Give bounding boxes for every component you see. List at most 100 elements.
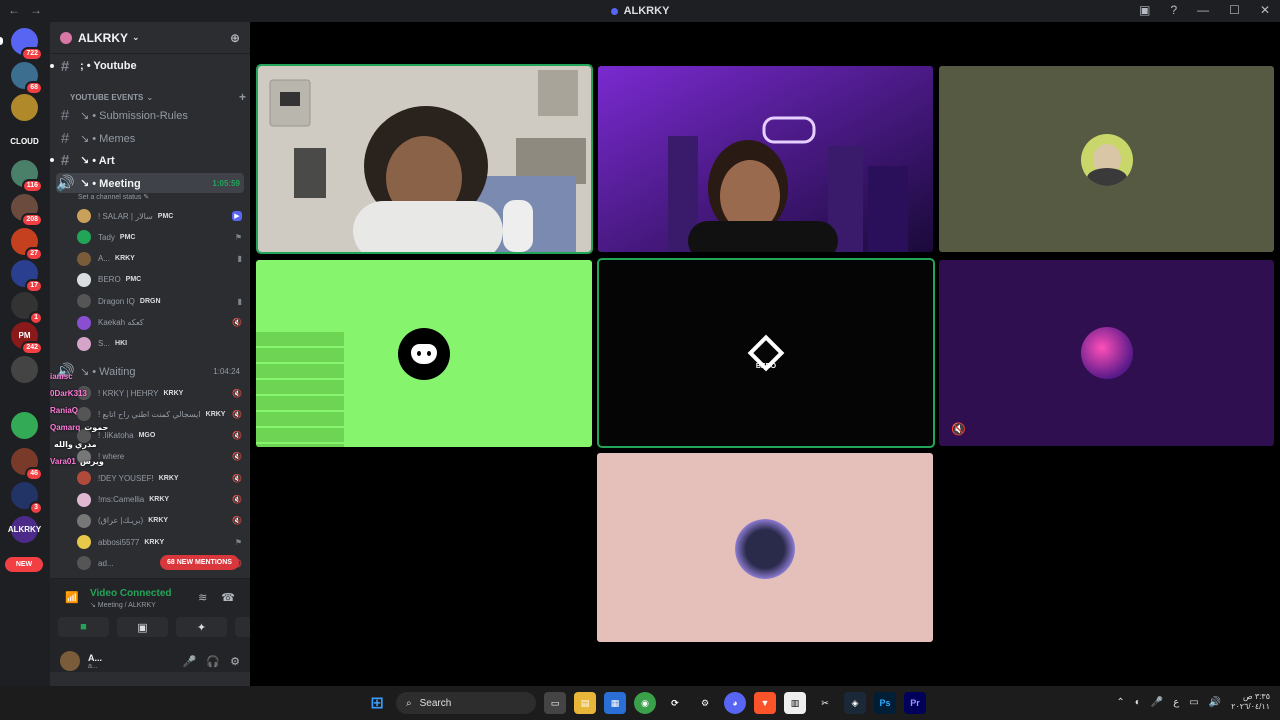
voice-user-name: ! SALAR | سالار [98, 211, 153, 221]
server-icon[interactable] [11, 94, 38, 121]
category-youtube-events[interactable]: YOUTUBE EVENTS ⌄ + [60, 90, 246, 104]
capcut-icon[interactable]: ✂ [814, 692, 836, 714]
photoshop-icon[interactable]: Ps [874, 692, 896, 714]
camera-button[interactable]: ■ [58, 617, 109, 637]
voice-user[interactable]: Dragon IQ DRGN ▮ [77, 291, 245, 311]
voice-user[interactable]: !DEY YOUSEF! KRKY 🔇 [77, 468, 245, 488]
settings-gear-icon[interactable]: ⚙ [230, 655, 240, 668]
help-icon[interactable]: ? [1170, 3, 1177, 17]
search-box[interactable]: ⌕ Search [396, 692, 536, 714]
webcam-feed [598, 66, 933, 252]
server-icon[interactable] [11, 356, 38, 383]
avatar [77, 272, 91, 287]
chrome-icon[interactable]: ◉ [634, 692, 656, 714]
channel-youtube[interactable]: # ; • Youtube [50, 56, 244, 76]
inbox-icon[interactable]: ▣ [1139, 3, 1150, 17]
plus-icon[interactable]: + [239, 90, 246, 104]
chevron-up-icon[interactable]: ⌃ [1116, 697, 1124, 708]
tray-app-icon[interactable]: ◐ [1135, 697, 1141, 708]
video-tile-salar[interactable] [256, 64, 593, 254]
task-view-icon[interactable]: ▭ [544, 692, 566, 714]
voice-user[interactable]: abbosi5577 KRKY ⚑ [77, 532, 245, 552]
headphones-icon[interactable]: 🎧 [206, 655, 220, 668]
file-explorer-icon[interactable]: ▤ [574, 692, 596, 714]
voice-status-channel[interactable]: ↘ Meeting / ALKRKY [90, 601, 156, 609]
channel-art[interactable]: # ↘ • Art [50, 150, 244, 170]
channel-submission-rules[interactable]: # ↘ • Submission-Rules [56, 105, 244, 125]
invite-icon[interactable]: ⊕ [230, 31, 240, 45]
microphone-icon[interactable]: 🎤 [1151, 697, 1163, 708]
video-tile-green[interactable] [256, 260, 592, 447]
voice-user[interactable]: !ms:Camellia KRKY 🔇 [77, 490, 245, 510]
channel-meeting[interactable]: 🔊 ↘ • Meeting 1:05:59 [56, 173, 244, 193]
signal-icon[interactable]: 📶 [65, 591, 79, 604]
server-icon[interactable]: 722 [0, 28, 43, 61]
maximize-button[interactable]: ☐ [1229, 3, 1240, 17]
server-icon[interactable]: 27 [11, 228, 43, 261]
server-tag: KRKY [115, 255, 135, 263]
screen-share-button[interactable]: ▣ [117, 617, 168, 637]
voice-user[interactable]: BERO PMC [77, 270, 245, 290]
server-tag: HKI [115, 340, 128, 348]
new-servers-pill[interactable]: NEW [5, 557, 43, 572]
avatar[interactable] [60, 651, 80, 671]
brave-icon[interactable]: ▼ [754, 692, 776, 714]
new-mentions-button[interactable]: 68 NEW MENTIONS [160, 555, 239, 570]
app-icon[interactable]: ⟳ [664, 692, 686, 714]
server-icon[interactable]: 116 [11, 160, 43, 193]
chat-message: 0DarK313 [50, 385, 250, 402]
channel-memes[interactable]: # ↘ • Memes [56, 128, 244, 148]
store-icon[interactable]: ▦ [604, 692, 626, 714]
voice-status-title[interactable]: Video Connected [90, 588, 172, 599]
voice-user[interactable]: Tady PMC ⚑ [77, 227, 245, 247]
server-icon[interactable]: 68 [11, 62, 43, 95]
discord-taskbar-icon[interactable]: ◕ [724, 692, 746, 714]
soundboard-button[interactable]: ♪ [235, 617, 250, 637]
chat-author: Qamarq [50, 423, 81, 432]
server-icon[interactable]: 1 [11, 292, 43, 325]
video-tile-a[interactable] [939, 66, 1274, 252]
close-button[interactable]: ✕ [1260, 3, 1270, 17]
steam-icon[interactable]: ⚙ [694, 692, 716, 714]
clock[interactable]: ٣:٣٥ ص ٢٠٢٦/٠٤/١١ [1231, 692, 1270, 712]
network-icon[interactable]: ▭ [1189, 697, 1198, 708]
server-icon[interactable]: 208 [11, 194, 43, 227]
channel-status[interactable]: Set a channel status ✎ [78, 193, 149, 201]
user-controls: 🎤 🎧 ⚙ [183, 655, 240, 668]
server-icon[interactable]: 46 [11, 448, 43, 481]
server-icon[interactable]: CLOUD [10, 128, 38, 155]
server-tag: KRKY [158, 474, 179, 482]
avatar [1081, 327, 1133, 379]
voice-user-name: ad... [98, 558, 114, 568]
server-icon[interactable]: ALKRKY [8, 516, 41, 543]
steam-client-icon[interactable]: ◈ [844, 692, 866, 714]
notepad-icon[interactable]: ▥ [784, 692, 806, 714]
volume-icon[interactable]: 🔊 [1209, 697, 1221, 708]
server-icon[interactable]: 17 [11, 260, 43, 293]
disconnect-icon[interactable]: ☎ [221, 591, 235, 604]
voice-user[interactable]: A... KRKY ▮ [77, 249, 245, 269]
voice-user[interactable]: Kaekah كعكه 🔇 [77, 313, 245, 333]
video-tile-sakura[interactable] [597, 453, 933, 642]
video-tile-kaekah[interactable]: 🔇 [939, 260, 1274, 446]
avatar [77, 471, 91, 486]
user-info[interactable]: A... a... [88, 653, 102, 670]
server-header[interactable]: ALKRKY ⌄ ⊕ [50, 22, 250, 54]
microphone-icon[interactable]: 🎤 [183, 655, 197, 668]
activities-button[interactable]: ✦ [176, 617, 227, 637]
selected-indicator [0, 37, 3, 45]
channel-label: ; • Youtube [80, 60, 137, 72]
windows-start-icon[interactable]: ⊞ [366, 692, 388, 714]
server-icon[interactable] [11, 412, 38, 439]
voice-user[interactable]: (بريـك| عراق) KRKY 🔇 [77, 511, 245, 531]
voice-user[interactable]: S... HKI [77, 334, 245, 354]
voice-user[interactable]: ! SALAR | سالار PMC ▶ [77, 206, 245, 226]
language-indicator[interactable]: ع [1173, 697, 1179, 708]
server-icon[interactable]: 3 [11, 482, 43, 515]
server-icon[interactable]: PM 242 [11, 322, 43, 355]
premiere-icon[interactable]: Pr [904, 692, 926, 714]
minimize-button[interactable]: — [1197, 3, 1209, 17]
video-tile-tady[interactable] [598, 66, 933, 252]
video-tile-bero[interactable]: BERO [597, 258, 935, 448]
noise-suppression-icon[interactable]: ≋ [198, 591, 207, 604]
